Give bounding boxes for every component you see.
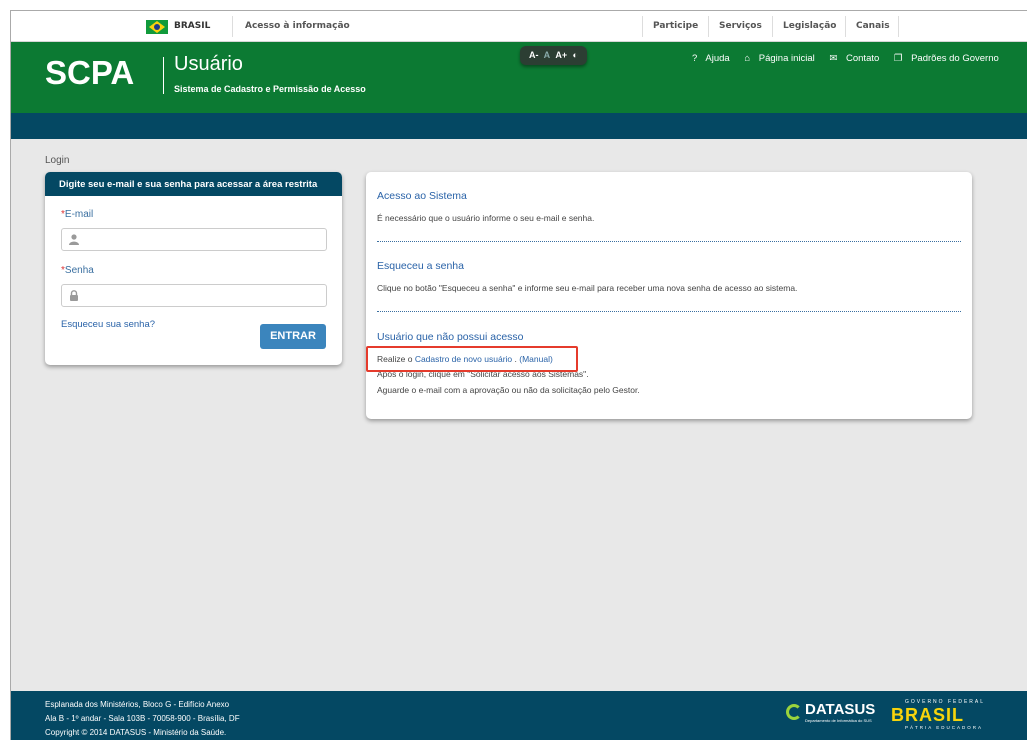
home-link[interactable]: ⌂ Página inicial	[744, 53, 820, 64]
lock-icon	[70, 290, 78, 301]
help-link[interactable]: ? Ajuda	[692, 53, 736, 64]
divider	[377, 241, 961, 242]
system-subtitle: Sistema de Cadastro e Permissão de Acess…	[174, 84, 366, 94]
font-default-button[interactable]: A	[544, 50, 551, 60]
documents-icon: ❐	[893, 53, 903, 64]
login-panel-title: Digite seu e-mail e sua senha para acess…	[45, 172, 342, 196]
section-noaccess-title: Usuário que não possui acesso	[377, 331, 524, 343]
browser-viewport: BRASIL Acesso à informação Participe Ser…	[10, 10, 1027, 740]
gov-link-participe[interactable]: Participe	[653, 21, 698, 31]
page-title: Usuário	[174, 53, 243, 75]
logo-divider	[163, 57, 164, 94]
email-field[interactable]	[61, 228, 327, 251]
site-header: SCPA Usuário Sistema de Cadastro e Permi…	[11, 42, 1027, 113]
section-noaccess-line3: Aguarde o e-mail com a aprovação ou não …	[377, 385, 640, 395]
datasus-swirl-icon	[786, 704, 802, 720]
scpa-logo[interactable]: SCPA	[45, 54, 134, 92]
divider	[377, 311, 961, 312]
footer-address-line1: Esplanada dos Ministérios, Bloco G - Edi…	[45, 700, 230, 709]
gov-link-legislacao[interactable]: Legislação	[783, 21, 836, 31]
font-decrease-button[interactable]: A-	[529, 50, 539, 60]
info-panel: Acesso ao Sistema É necessário que o usu…	[366, 172, 972, 419]
standards-link[interactable]: ❐ Padrões do Governo	[894, 53, 1005, 64]
email-label: *E-mail	[61, 209, 94, 220]
annotation-highlight-box	[366, 346, 578, 372]
password-label: *Senha	[61, 265, 94, 276]
help-icon: ?	[692, 53, 698, 64]
footer: Esplanada dos Ministérios, Bloco G - Edi…	[11, 691, 1027, 740]
gov-brasil-link[interactable]: BRASIL	[174, 21, 210, 31]
forgot-password-link[interactable]: Esqueceu sua senha?	[61, 319, 155, 330]
breadcrumb: Login	[45, 155, 70, 166]
footer-copyright: Copyright © 2014 DATASUS - Ministério da…	[45, 728, 227, 737]
user-icon	[69, 234, 79, 245]
login-panel: Digite seu e-mail e sua senha para acess…	[45, 172, 342, 365]
brazil-flag-icon	[146, 20, 168, 34]
gov-link-canais[interactable]: Canais	[856, 21, 890, 31]
home-icon: ⌂	[744, 53, 751, 64]
section-access-text: É necessário que o usuário informe o seu…	[377, 213, 595, 223]
envelope-icon: ✉	[829, 53, 838, 64]
access-info-link[interactable]: Acesso à informação	[245, 21, 350, 31]
contrast-icon[interactable]: ◐	[573, 50, 578, 60]
font-increase-button[interactable]: A+	[555, 50, 567, 60]
nav-bar	[11, 113, 1027, 139]
header-links: ? Ajuda ⌂ Página inicial ✉ Contato ❐ Pad…	[692, 53, 1011, 64]
login-submit-button[interactable]: ENTRAR	[260, 324, 326, 349]
font-size-controls: A- A A+ ◐	[520, 46, 587, 65]
section-access-title: Acesso ao Sistema	[377, 190, 467, 202]
password-field[interactable]	[61, 284, 327, 307]
contact-link[interactable]: ✉ Contato	[829, 53, 885, 64]
gov-link-servicos[interactable]: Serviços	[719, 21, 762, 31]
footer-address-line2: Ala B - 1º andar - Sala 103B - 70058-900…	[45, 714, 240, 723]
section-forgot-title: Esqueceu a senha	[377, 260, 464, 272]
gov-bar: BRASIL Acesso à informação Participe Ser…	[11, 11, 1027, 42]
section-forgot-text: Clique no botão "Esqueceu a senha" e inf…	[377, 283, 798, 293]
